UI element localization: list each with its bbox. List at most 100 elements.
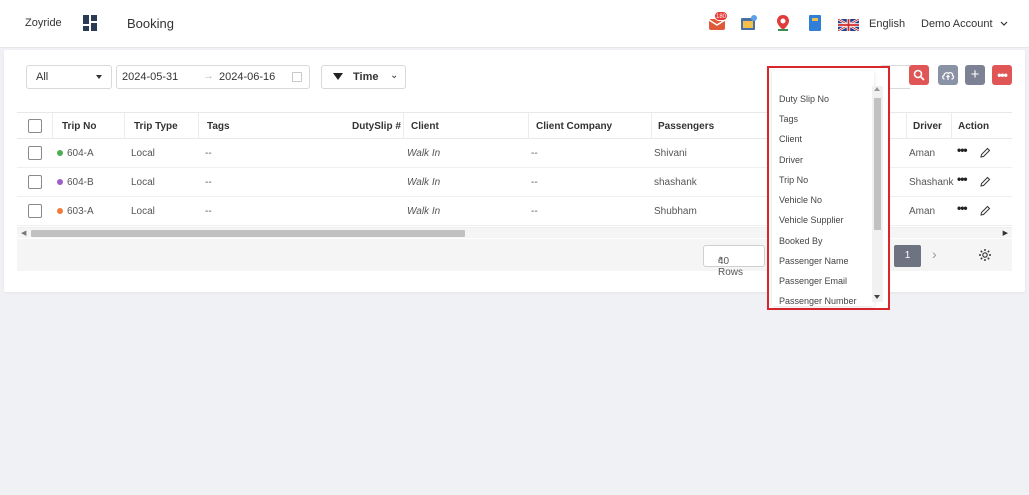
column-header[interactable]: Trip Type bbox=[134, 121, 178, 132]
chevron-up-icon: ^ bbox=[718, 256, 723, 267]
dropdown-option[interactable]: Booked By bbox=[779, 236, 823, 246]
calendar-icon bbox=[292, 72, 302, 82]
column-header[interactable]: Client bbox=[411, 121, 439, 132]
notification-badge: 180 bbox=[714, 11, 728, 21]
client-cell: Walk In bbox=[407, 148, 441, 159]
edit-pencil-icon[interactable] bbox=[979, 205, 991, 217]
arrow-right-icon: → bbox=[203, 70, 214, 82]
status-filter-select[interactable]: All bbox=[26, 65, 112, 89]
column-divider bbox=[906, 112, 907, 139]
column-divider bbox=[403, 112, 404, 139]
rows-per-page-select[interactable]: 40 Rows ^ bbox=[703, 245, 765, 278]
date-to[interactable]: 2024-06-16 bbox=[219, 71, 275, 83]
add-button[interactable]: + bbox=[965, 65, 985, 85]
language-selector[interactable]: English bbox=[869, 18, 905, 30]
row-more-icon[interactable]: ••• bbox=[957, 172, 968, 186]
column-divider bbox=[951, 112, 952, 139]
column-header[interactable]: Passengers bbox=[658, 121, 714, 132]
location-pin-icon[interactable] bbox=[774, 14, 792, 32]
search-icon bbox=[913, 69, 925, 81]
column-header[interactable]: Trip No bbox=[62, 121, 96, 132]
brand-name[interactable]: Zoyride bbox=[25, 17, 62, 29]
column-divider bbox=[528, 112, 529, 139]
status-dot bbox=[57, 150, 63, 156]
top-navbar: Zoyride Booking 180 English Demo Account bbox=[0, 0, 1029, 48]
column-header[interactable]: Tags bbox=[207, 121, 230, 132]
column-header[interactable]: Driver bbox=[913, 121, 942, 132]
row-more-icon[interactable]: ••• bbox=[957, 201, 968, 215]
driver-cell: Aman bbox=[909, 206, 936, 217]
dropdown-list: Duty Slip No Tags Client Driver Trip No … bbox=[772, 71, 874, 306]
passengers-cell: Shubham bbox=[654, 206, 697, 217]
page-number-current[interactable]: 1 bbox=[894, 245, 921, 267]
dropdown-option[interactable]: Tags bbox=[779, 114, 798, 124]
tags-cell: -- bbox=[205, 206, 212, 217]
row-checkbox[interactable] bbox=[28, 204, 42, 218]
account-name: Demo Account bbox=[921, 18, 993, 30]
search-button[interactable] bbox=[909, 65, 929, 85]
column-filter-dropdown: Duty Slip No Tags Client Driver Trip No … bbox=[767, 66, 890, 310]
edit-pencil-icon[interactable] bbox=[979, 147, 991, 159]
column-header[interactable]: DutySlip # bbox=[352, 121, 401, 132]
edit-pencil-icon[interactable] bbox=[979, 176, 991, 188]
dropdown-option[interactable]: Passenger Number bbox=[779, 296, 857, 306]
scrollbar-thumb[interactable] bbox=[874, 98, 881, 230]
gear-icon[interactable] bbox=[978, 248, 992, 262]
scroll-down-arrow-icon[interactable] bbox=[874, 295, 880, 299]
dropdown-option[interactable]: Driver bbox=[779, 155, 803, 165]
row-checkbox[interactable] bbox=[28, 146, 42, 160]
date-range-picker[interactable]: 2024-05-31 → 2024-06-16 bbox=[116, 65, 310, 89]
filter-funnel-icon bbox=[333, 73, 343, 80]
dropdown-option[interactable]: Passenger Email bbox=[779, 276, 847, 286]
scrollbar-thumb[interactable] bbox=[31, 230, 465, 237]
status-filter-value: All bbox=[36, 71, 49, 83]
scroll-left-arrow-icon[interactable]: ◀ bbox=[21, 229, 26, 237]
scroll-up-arrow-icon[interactable] bbox=[874, 87, 880, 91]
client-cell: Walk In bbox=[407, 177, 441, 188]
select-all-checkbox[interactable] bbox=[28, 119, 42, 133]
status-dot bbox=[57, 208, 63, 214]
upload-button[interactable] bbox=[938, 65, 958, 85]
next-page-icon[interactable]: › bbox=[932, 246, 937, 262]
trip-no-cell[interactable]: 604-A bbox=[57, 148, 94, 159]
driver-cell: Aman bbox=[909, 148, 936, 159]
caret-down-icon bbox=[96, 75, 102, 79]
more-options-button[interactable]: ••• bbox=[992, 65, 1012, 85]
client-cell: Walk In bbox=[407, 206, 441, 217]
column-header[interactable]: Client Company bbox=[536, 121, 612, 132]
dropdown-option[interactable]: Client bbox=[779, 134, 802, 144]
chevron-down-icon bbox=[1000, 21, 1008, 26]
row-checkbox[interactable] bbox=[28, 175, 42, 189]
driver-cell: Shashank bbox=[909, 177, 954, 188]
trip-type-cell: Local bbox=[131, 177, 155, 188]
tags-cell: -- bbox=[205, 177, 212, 188]
booking-calendar-icon[interactable] bbox=[740, 14, 758, 32]
passengers-cell: Shivani bbox=[654, 148, 687, 159]
time-filter-button[interactable]: Time ⌄ bbox=[321, 65, 406, 89]
trip-no-cell[interactable]: 603-A bbox=[57, 206, 94, 217]
guide-book-icon[interactable] bbox=[806, 14, 824, 32]
column-header[interactable]: Action bbox=[958, 121, 989, 132]
dropdown-scrollbar[interactable] bbox=[872, 86, 883, 302]
row-more-icon[interactable]: ••• bbox=[957, 143, 968, 157]
page-title: Booking bbox=[127, 16, 174, 31]
account-menu[interactable]: Demo Account bbox=[921, 18, 1008, 30]
uk-flag-icon[interactable] bbox=[838, 19, 859, 31]
client-company-cell: -- bbox=[531, 148, 538, 159]
tags-cell: -- bbox=[205, 148, 212, 159]
dropdown-option[interactable]: Passenger Name bbox=[779, 256, 849, 266]
cloud-upload-icon bbox=[942, 72, 955, 80]
date-from[interactable]: 2024-05-31 bbox=[122, 71, 178, 83]
status-dot bbox=[57, 179, 63, 185]
dashboard-grid-icon[interactable] bbox=[83, 15, 97, 31]
dropdown-option[interactable]: Vehicle Supplier bbox=[779, 215, 844, 225]
dropdown-option[interactable]: Duty Slip No bbox=[779, 94, 829, 104]
client-company-cell: -- bbox=[531, 177, 538, 188]
dropdown-option[interactable]: Vehicle No bbox=[779, 195, 822, 205]
dropdown-option[interactable]: Trip No bbox=[779, 175, 808, 185]
scroll-right-arrow-icon[interactable]: ▶ bbox=[1003, 229, 1008, 237]
passengers-cell: shashank bbox=[654, 177, 697, 188]
trip-no-cell[interactable]: 604-B bbox=[57, 177, 94, 188]
column-divider bbox=[651, 112, 652, 139]
time-filter-label: Time bbox=[353, 71, 379, 83]
